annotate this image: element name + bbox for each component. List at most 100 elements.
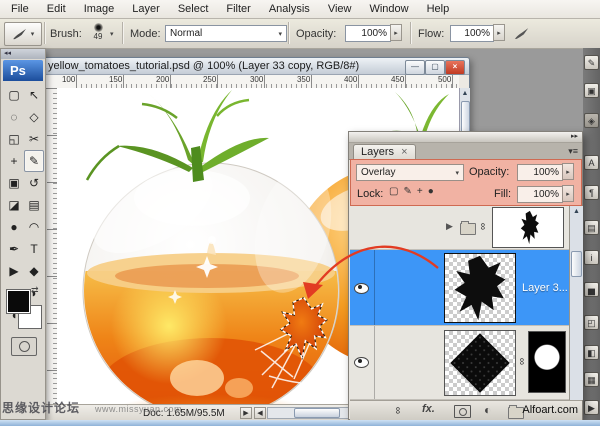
eye-icon[interactable]: [354, 283, 369, 294]
swap-colors-icon[interactable]: ⇄: [31, 285, 39, 296]
layers-footer: ∞ fx. ◐ Alfoart.com: [350, 400, 582, 420]
foreground-color-swatch[interactable]: [6, 289, 31, 314]
menu-window[interactable]: Window: [360, 0, 417, 18]
dock-paragraph-icon[interactable]: ¶: [584, 185, 599, 200]
mode-value: Normal: [170, 28, 202, 39]
scroll-up-icon[interactable]: ▲: [460, 88, 470, 100]
blend-mode-select[interactable]: Overlay ▾: [356, 164, 464, 181]
type-tool[interactable]: T: [24, 238, 44, 260]
link-layers-icon[interactable]: ∞: [392, 407, 403, 414]
dock-histogram-icon[interactable]: ▅: [584, 282, 599, 297]
dock-clone-source-icon[interactable]: ▣: [584, 83, 599, 98]
lock-transparency-icon[interactable]: ▢: [389, 186, 398, 197]
magic-wand-tool[interactable]: ◇: [24, 106, 44, 128]
lock-all-icon[interactable]: ●: [428, 186, 434, 197]
layer-thumbnail[interactable]: [444, 330, 516, 396]
tool-preset-picker[interactable]: ▾: [4, 22, 42, 46]
menu-filter[interactable]: Filter: [217, 0, 259, 18]
layers-scrollbar[interactable]: ▲: [569, 206, 583, 400]
brush-preview[interactable]: 49: [88, 23, 108, 44]
document-title-bar[interactable]: yellow_tomatoes_tutorial.psd @ 100% (Lay…: [31, 58, 469, 75]
layers-opacity-field[interactable]: 100%: [517, 164, 563, 181]
adjustment-layer-icon[interactable]: ◐: [484, 403, 491, 417]
toolbox-collapse-bar[interactable]: ◂◂: [1, 49, 45, 59]
dock-navigator-icon[interactable]: ◰: [584, 315, 599, 330]
brand-watermark: Alfoart.com: [522, 404, 578, 416]
crop-tool[interactable]: ◱: [4, 128, 24, 150]
dock-info-icon[interactable]: i: [584, 250, 599, 265]
healing-brush-tool[interactable]: +: [4, 150, 24, 172]
pen-tool[interactable]: ✒: [4, 238, 24, 260]
fill-field[interactable]: 100%: [517, 186, 563, 203]
menu-analysis[interactable]: Analysis: [260, 0, 319, 18]
maximize-button[interactable]: ▢: [425, 60, 445, 75]
opacity-spinner[interactable]: ▸: [390, 24, 402, 41]
slice-tool[interactable]: ✂: [24, 128, 44, 150]
lasso-tool[interactable]: ◌: [4, 106, 24, 128]
airbrush-toggle-icon[interactable]: [514, 27, 530, 40]
menu-view[interactable]: View: [319, 0, 361, 18]
layer-mask-thumbnail[interactable]: [528, 331, 566, 393]
lock-paint-icon[interactable]: ✎: [403, 186, 411, 197]
menu-file[interactable]: File: [2, 0, 38, 18]
layer-row-selected[interactable]: Layer 3...: [350, 250, 569, 326]
clone-stamp-tool[interactable]: ▣: [4, 172, 24, 194]
quick-mask-button[interactable]: [11, 337, 37, 356]
status-flyout-button[interactable]: ▶: [240, 407, 252, 419]
rectangular-marquee-tool[interactable]: ▢: [4, 84, 24, 106]
scroll-left-button[interactable]: ◀: [254, 407, 266, 419]
menu-image[interactable]: Image: [75, 0, 124, 18]
dock-swatches-icon[interactable]: ▦: [584, 372, 599, 387]
fill-spinner[interactable]: ▸: [562, 185, 574, 202]
layers-scroll-thumb[interactable]: [571, 251, 582, 277]
lock-position-icon[interactable]: +: [417, 186, 423, 197]
layer-thumbnail[interactable]: [444, 253, 516, 323]
eye-icon[interactable]: [354, 357, 369, 368]
dock-layer-comps-icon[interactable]: ▤: [584, 220, 599, 235]
dock-actions-icon[interactable]: ▶: [584, 400, 599, 415]
mode-select[interactable]: Normal ▾: [165, 25, 287, 42]
layers-tab[interactable]: Layers ×: [353, 144, 416, 159]
gradient-tool[interactable]: ▤: [24, 194, 44, 216]
dock-styles-icon[interactable]: ◈: [584, 113, 599, 128]
eraser-tool[interactable]: ◪: [4, 194, 24, 216]
custom-shape-tool[interactable]: ◆: [24, 260, 44, 282]
move-tool[interactable]: ↖: [24, 84, 44, 106]
dock-character-icon[interactable]: A: [584, 155, 599, 170]
visibility-cell[interactable]: [350, 326, 375, 399]
opacity-field[interactable]: 100%: [345, 25, 391, 42]
brush-tool[interactable]: ✎: [24, 150, 44, 172]
menu-help[interactable]: Help: [418, 0, 459, 18]
menu-layer[interactable]: Layer: [123, 0, 169, 18]
scroll-up-icon[interactable]: ▲: [570, 206, 583, 217]
panel-menu-icon[interactable]: ▾≡: [568, 146, 578, 157]
flow-spinner[interactable]: ▸: [493, 24, 505, 41]
visibility-cell[interactable]: [350, 250, 375, 325]
path-selection-tool[interactable]: ▶: [4, 260, 24, 282]
history-brush-tool[interactable]: ↺: [24, 172, 44, 194]
menu-select[interactable]: Select: [169, 0, 218, 18]
close-button[interactable]: ×: [445, 60, 465, 75]
group-expand-icon[interactable]: ▶: [446, 221, 453, 232]
smudge-tool[interactable]: ◠: [24, 216, 44, 238]
layer-style-icon[interactable]: fx.: [422, 403, 435, 415]
blur-tool[interactable]: ●: [4, 216, 24, 238]
group-thumbnail[interactable]: [492, 207, 564, 248]
flow-field[interactable]: 100%: [450, 25, 494, 42]
menu-edit[interactable]: Edit: [38, 0, 75, 18]
layer-row-masked[interactable]: ∞: [350, 326, 569, 400]
mask-link-icon[interactable]: ∞: [516, 358, 527, 365]
opacity-spinner[interactable]: ▸: [562, 163, 574, 180]
brush-size: 49: [88, 32, 108, 41]
layers-panel: ▸▸ Layers × ▾≡ Overlay ▾ Opacity: 100% ▸…: [348, 131, 583, 420]
layer-name[interactable]: Layer 3...: [522, 282, 568, 294]
tab-close-icon[interactable]: ×: [401, 146, 407, 158]
dock-brush-presets-icon[interactable]: ✎: [584, 55, 599, 70]
brush-dropdown-icon[interactable]: ▾: [110, 30, 114, 38]
layer-group-row[interactable]: ▶ ∞: [350, 206, 569, 250]
horizontal-scroll-thumb[interactable]: [294, 408, 340, 418]
panel-collapse-bar[interactable]: ▸▸: [349, 132, 582, 143]
minimize-button[interactable]: —: [405, 60, 425, 75]
add-mask-icon[interactable]: [454, 405, 471, 418]
dock-color-icon[interactable]: ◧: [584, 345, 599, 360]
